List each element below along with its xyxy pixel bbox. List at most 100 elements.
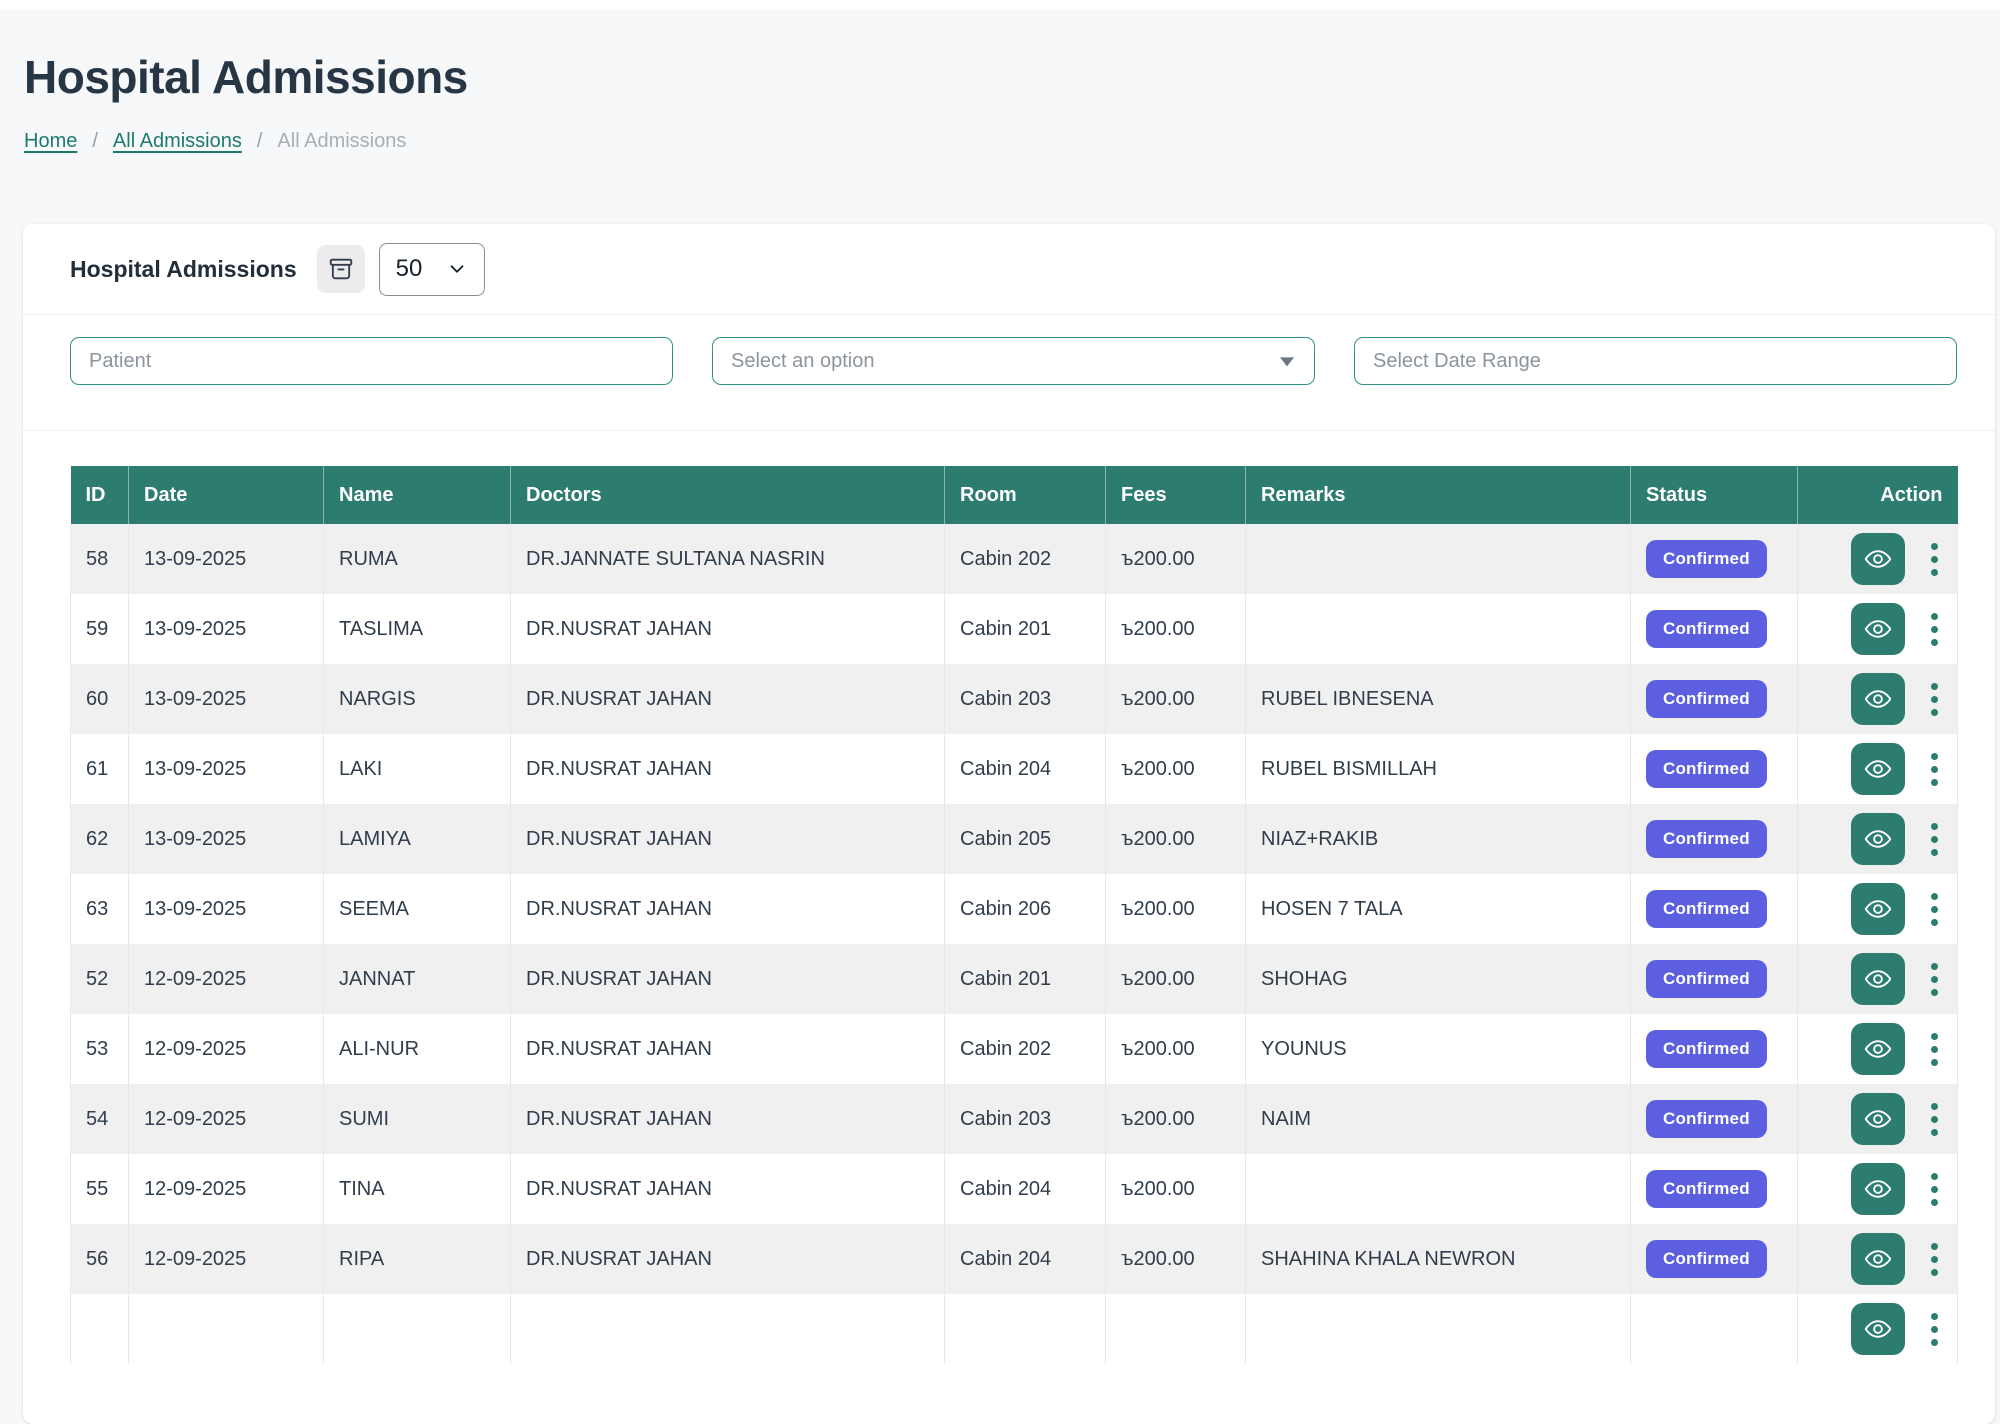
cell-remarks: RUBEL IBNESENA — [1246, 664, 1631, 734]
row-menu-button[interactable] — [1927, 1307, 1942, 1352]
column-header-doctors: Doctors — [511, 466, 945, 524]
cell-name: SUMI — [324, 1084, 511, 1154]
row-menu-button[interactable] — [1927, 677, 1942, 722]
cell-doctor: DR.NUSRAT JAHAN — [511, 594, 945, 664]
row-menu-button[interactable] — [1927, 1237, 1942, 1282]
column-header-fees: Fees — [1106, 466, 1246, 524]
view-button[interactable] — [1851, 1023, 1905, 1075]
row-menu-button[interactable] — [1927, 957, 1942, 1002]
patient-filter-input[interactable] — [70, 337, 673, 385]
kebab-dot — [1931, 836, 1938, 843]
view-button[interactable] — [1851, 813, 1905, 865]
cell-remarks — [1246, 1294, 1631, 1364]
cell-id: 60 — [71, 664, 129, 734]
kebab-dot — [1931, 766, 1938, 773]
cell-action — [1798, 594, 1958, 664]
column-header-name: Name — [324, 466, 511, 524]
row-menu-button[interactable] — [1927, 1167, 1942, 1212]
table-header-row: ID Date Name Doctors Room Fees Remarks S… — [71, 466, 1958, 524]
kebab-dot — [1931, 849, 1938, 856]
eye-icon — [1863, 614, 1893, 644]
table-row: 60 13-09-2025 NARGIS DR.NUSRAT JAHAN Cab… — [71, 664, 1958, 734]
admissions-table: ID Date Name Doctors Room Fees Remarks S… — [70, 466, 1958, 1364]
kebab-dot — [1931, 569, 1938, 576]
view-button[interactable] — [1851, 533, 1905, 585]
column-header-remarks: Remarks — [1246, 466, 1631, 524]
kebab-dot — [1931, 626, 1938, 633]
eye-icon — [1863, 824, 1893, 854]
table-row: 52 12-09-2025 JANNAT DR.NUSRAT JAHAN Cab… — [71, 944, 1958, 1014]
cell-status: Confirmed — [1631, 1224, 1798, 1294]
filter-bar: Select an option — [23, 315, 1995, 431]
cell-name: LAKI — [324, 734, 511, 804]
view-button[interactable] — [1851, 883, 1905, 935]
eye-icon — [1863, 1174, 1893, 1204]
view-button[interactable] — [1851, 1163, 1905, 1215]
status-badge: Confirmed — [1646, 680, 1767, 718]
row-menu-button[interactable] — [1927, 817, 1942, 862]
row-menu-button[interactable] — [1927, 607, 1942, 652]
cell-fees — [1106, 1294, 1246, 1364]
cell-date: 12-09-2025 — [129, 1224, 324, 1294]
cell-fees: ъ200.00 — [1106, 1014, 1246, 1084]
status-badge: Confirmed — [1646, 540, 1767, 578]
cell-room: Cabin 204 — [945, 1224, 1106, 1294]
cell-doctor — [511, 1294, 945, 1364]
cell-room: Cabin 201 — [945, 944, 1106, 1014]
kebab-dot — [1931, 989, 1938, 996]
table-row: 53 12-09-2025 ALI-NUR DR.NUSRAT JAHAN Ca… — [71, 1014, 1958, 1084]
kebab-dot — [1931, 893, 1938, 900]
eye-icon — [1863, 964, 1893, 994]
row-menu-button[interactable] — [1927, 1027, 1942, 1072]
view-button[interactable] — [1851, 1093, 1905, 1145]
cell-doctor: DR.NUSRAT JAHAN — [511, 734, 945, 804]
table-row: 56 12-09-2025 RIPA DR.NUSRAT JAHAN Cabin… — [71, 1224, 1958, 1294]
status-badge: Confirmed — [1646, 750, 1767, 788]
cell-room: Cabin 204 — [945, 1154, 1106, 1224]
cell-id: 61 — [71, 734, 129, 804]
eye-icon — [1863, 1244, 1893, 1274]
row-menu-button[interactable] — [1927, 887, 1942, 932]
eye-icon — [1863, 754, 1893, 784]
view-button[interactable] — [1851, 1233, 1905, 1285]
view-button[interactable] — [1851, 743, 1905, 795]
cell-status: Confirmed — [1631, 1154, 1798, 1224]
breadcrumb: Home / All Admissions / All Admissions — [24, 130, 2000, 153]
kebab-dot — [1931, 779, 1938, 786]
row-menu-button[interactable] — [1927, 1097, 1942, 1142]
date-range-filter-input[interactable] — [1354, 337, 1957, 385]
cell-fees: ъ200.00 — [1106, 1084, 1246, 1154]
kebab-dot — [1931, 1103, 1938, 1110]
cell-status: Confirmed — [1631, 1084, 1798, 1154]
eye-icon — [1863, 684, 1893, 714]
cell-action — [1798, 804, 1958, 874]
cell-fees: ъ200.00 — [1106, 594, 1246, 664]
kebab-dot — [1931, 1269, 1938, 1276]
view-button[interactable] — [1851, 1303, 1905, 1355]
cell-id — [71, 1294, 129, 1364]
cell-status: Confirmed — [1631, 734, 1798, 804]
card-heading: Hospital Admissions — [70, 256, 297, 283]
row-menu-button[interactable] — [1927, 747, 1942, 792]
status-badge: Confirmed — [1646, 1100, 1767, 1138]
cell-doctor: DR.NUSRAT JAHAN — [511, 1224, 945, 1294]
cell-action — [1798, 1084, 1958, 1154]
per-page-select[interactable]: 50 — [379, 243, 485, 296]
eye-icon — [1863, 1314, 1893, 1344]
breadcrumb-link-home[interactable]: Home — [24, 130, 77, 153]
archive-button[interactable] — [317, 245, 365, 293]
cell-room: Cabin 202 — [945, 524, 1106, 594]
row-menu-button[interactable] — [1927, 537, 1942, 582]
cell-name: RIPA — [324, 1224, 511, 1294]
view-button[interactable] — [1851, 673, 1905, 725]
cell-remarks — [1246, 594, 1631, 664]
cell-remarks: RUBEL BISMILLAH — [1246, 734, 1631, 804]
cell-doctor: DR.NUSRAT JAHAN — [511, 1084, 945, 1154]
cell-id: 52 — [71, 944, 129, 1014]
breadcrumb-link-all-admissions[interactable]: All Admissions — [113, 130, 242, 153]
admissions-table-wrap: ID Date Name Doctors Room Fees Remarks S… — [23, 431, 1995, 1364]
view-button[interactable] — [1851, 953, 1905, 1005]
view-button[interactable] — [1851, 603, 1905, 655]
cell-doctor: DR.NUSRAT JAHAN — [511, 1014, 945, 1084]
option-filter-select[interactable]: Select an option — [712, 337, 1315, 385]
